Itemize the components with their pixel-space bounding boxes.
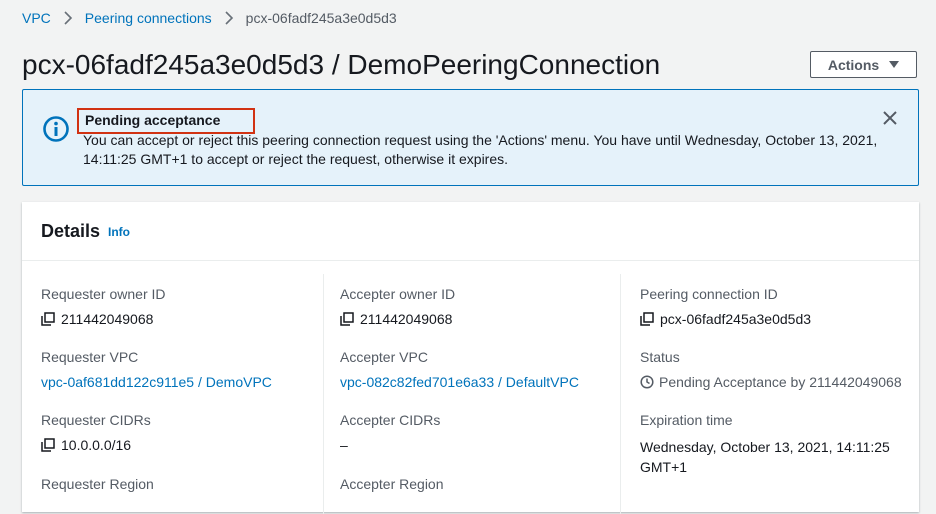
column-divider [323,274,324,514]
requester-cidrs-text: 10.0.0.0/16 [61,437,132,453]
chevron-right-icon [64,11,72,25]
copy-icon[interactable] [41,312,55,326]
page-title: pcx-06fadf245a3e0d5d3 / DemoPeeringConne… [22,49,661,80]
breadcrumb-vpc-link[interactable]: VPC [22,10,51,26]
expiration-time-value: Wednesday, October 13, 2021, 14:11:25 GM… [640,437,890,477]
actions-button-label: Actions [827,56,880,73]
details-panel: Details Info Requester owner ID 21144204… [22,202,919,514]
close-icon[interactable] [882,110,898,126]
status-label: Status [640,349,680,365]
requester-owner-id-label: Requester owner ID [41,286,166,302]
alert-title: Pending acceptance [85,112,221,128]
details-header: Details Info [22,202,919,261]
pending-acceptance-alert: Pending acceptance You can accept or rej… [22,89,919,186]
copy-icon[interactable] [640,312,654,326]
requester-region-label: Requester Region [41,476,154,492]
expiration-time-label: Expiration time [640,412,733,428]
chevron-right-icon [225,11,233,25]
requester-owner-id-text: 211442049068 [61,311,154,327]
requester-vpc-link[interactable]: vpc-0af681dd122c911e5 / DemoVPC [41,374,272,390]
peering-connection-id-label: Peering connection ID [640,286,778,302]
breadcrumb: VPC Peering connections pcx-06fadf245a3e… [22,9,397,27]
expiration-time-line-1: Wednesday, October 13, 2021, 14:11:25 [640,439,890,455]
requester-owner-id-value: 211442049068 [41,311,153,327]
accepter-region-label: Accepter Region [340,476,444,492]
details-title: Details [41,221,101,241]
peering-connection-id-text: pcx-06fadf245a3e0d5d3 [660,311,812,327]
accepter-owner-id-value: 211442049068 [340,311,452,327]
accepter-cidrs-label: Accepter CIDRs [340,412,441,428]
alert-message-line-2: 14:11:25 GMT+1 to accept or reject the r… [83,151,509,167]
caret-down-icon [889,61,900,68]
breadcrumb-peering-connections-link[interactable]: Peering connections [85,10,212,26]
accepter-vpc-label: Accepter VPC [340,349,428,365]
requester-vpc-label: Requester VPC [41,349,139,365]
status-value: Pending Acceptance by 211442049068 [640,374,902,390]
accepter-cidrs-value: – [340,437,348,453]
alert-message-line-1: You can accept or reject this peering co… [83,132,878,148]
column-divider [620,274,621,514]
actions-button[interactable]: Actions [810,51,917,78]
info-circle-icon [43,116,69,142]
requester-cidrs-label: Requester CIDRs [41,412,151,428]
breadcrumb-current: pcx-06fadf245a3e0d5d3 [245,10,397,26]
copy-icon[interactable] [41,438,55,452]
info-link[interactable]: Info [108,225,130,239]
status-text: Pending Acceptance by 211442049068 [659,374,902,390]
accepter-owner-id-text: 211442049068 [360,311,453,327]
alert-message: You can accept or reject this peering co… [83,131,883,169]
accepter-vpc-link[interactable]: vpc-082c82fed701e6a33 / DefaultVPC [340,374,579,390]
expiration-time-line-2: GMT+1 [640,459,688,475]
clock-icon [640,375,654,389]
peering-connection-id-value: pcx-06fadf245a3e0d5d3 [640,311,811,327]
copy-icon[interactable] [340,312,354,326]
requester-cidrs-value: 10.0.0.0/16 [41,437,131,453]
accepter-owner-id-label: Accepter owner ID [340,286,456,302]
